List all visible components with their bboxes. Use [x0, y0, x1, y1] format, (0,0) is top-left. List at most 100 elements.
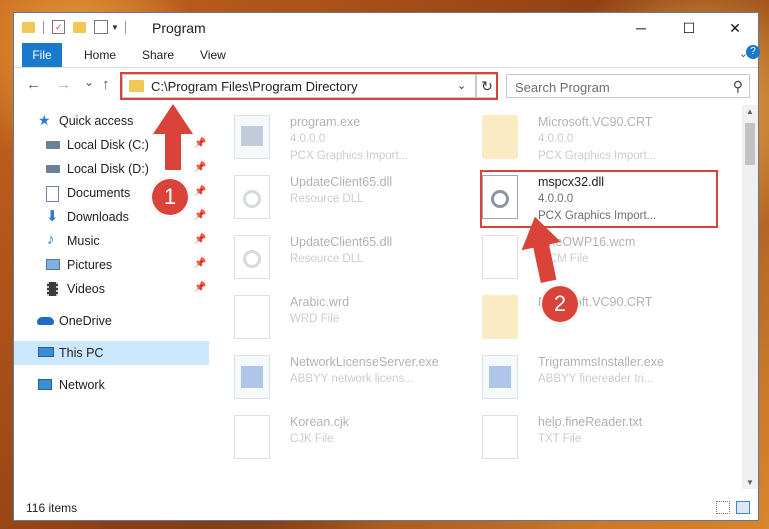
folder-icon — [482, 115, 518, 159]
drive-icon — [46, 165, 60, 173]
file-icon — [482, 415, 518, 459]
sidebar-item-onedrive[interactable]: OneDrive — [14, 309, 209, 333]
help-icon[interactable]: ? — [746, 45, 760, 59]
customize-icon[interactable] — [94, 20, 108, 34]
file-item[interactable]: NetworkLicenseServer.exe ABBYY network l… — [210, 349, 440, 407]
file-description: WCM File — [538, 253, 589, 265]
file-name: TrigrammsInstaller.exe — [538, 355, 664, 369]
sidebar-item-label: Quick access — [59, 114, 134, 128]
sidebar-item-label: Local Disk (C:) — [67, 138, 149, 152]
file-icon — [234, 295, 270, 339]
search-icon[interactable]: ⚲ — [733, 78, 743, 95]
file-description: TXT File — [538, 433, 582, 445]
file-item[interactable]: Korean.cjk CJK File — [210, 409, 440, 467]
sidebar-item-label: Network — [59, 378, 105, 392]
file-icon — [234, 415, 270, 459]
file-item[interactable]: Arabic.wrd WRD File — [210, 289, 440, 347]
pin-icon: 📌 — [194, 186, 207, 197]
scrollbar-thumb[interactable] — [745, 123, 755, 165]
file-item[interactable]: UpdateClient65.dll Resource DLL — [210, 229, 440, 287]
sidebar-item-quick-access[interactable]: ★ Quick access — [14, 109, 209, 133]
pictures-icon — [46, 259, 60, 270]
step-one-badge: 1 — [150, 177, 190, 217]
file-name: help.fineReader.txt — [538, 415, 643, 429]
folder-icon — [22, 21, 35, 33]
dll-icon — [234, 235, 270, 279]
up-button[interactable]: ↑ — [102, 76, 110, 93]
file-item[interactable]: Microsoft.VC90.CRT 4.0.0.0 PCX Graphics … — [458, 109, 688, 167]
explorer-window: ✓ ▼ Program ─ ☐ ✕ File Home Share View ⌄… — [14, 13, 760, 520]
documents-icon — [46, 186, 59, 202]
sidebar-item-label: Downloads — [67, 210, 129, 224]
title-bar: ✓ ▼ Program ─ ☐ ✕ — [14, 13, 758, 43]
file-name: Microsoft.VC90.CRT — [538, 115, 653, 129]
file-description: ABBYY network licens... — [290, 373, 414, 385]
minimize-button[interactable]: ─ — [618, 13, 664, 43]
scroll-down-icon[interactable]: ▼ — [742, 478, 758, 487]
sidebar-item-network[interactable]: Network — [14, 373, 209, 397]
tab-file[interactable]: File — [22, 43, 62, 67]
tab-share[interactable]: Share — [130, 43, 186, 67]
ribbon-tabs: File Home Share View ⌄ ? — [14, 43, 760, 68]
file-item[interactable]: program.exe 4.0.0.0 PCX Graphics Import.… — [210, 109, 440, 167]
file-name: UpdateClient65.dll — [290, 235, 393, 249]
network-icon — [38, 379, 52, 390]
file-item[interactable]: UpdateClient65.dll Resource DLL — [210, 169, 440, 227]
file-item[interactable]: help.fineReader.txt TXT File — [458, 409, 688, 467]
cloud-icon — [37, 317, 54, 325]
file-description: CJK File — [290, 433, 334, 445]
details-view-icon[interactable] — [716, 501, 730, 514]
drive-icon — [46, 141, 60, 149]
chevron-down-icon[interactable]: ▼ — [111, 23, 119, 32]
sidebar-item-local-disk-c[interactable]: Local Disk (C:) 📌 — [14, 133, 209, 157]
pin-icon: 📌 — [194, 234, 207, 245]
sidebar-item-label: Local Disk (D:) — [67, 162, 149, 176]
file-name: UpdateClient65.dll — [290, 175, 393, 189]
file-list: program.exe 4.0.0.0 PCX Graphics Import.… — [210, 105, 740, 489]
scroll-up-icon[interactable]: ▲ — [742, 107, 758, 116]
maximize-button[interactable]: ☐ — [666, 13, 712, 43]
file-name: FineOWP16.wcm — [538, 235, 636, 249]
forward-button[interactable]: → — [56, 76, 71, 93]
downloads-icon: ⬇ — [46, 208, 59, 225]
navigation-pane: ★ Quick access Local Disk (C:) 📌 Local D… — [14, 109, 209, 489]
star-icon: ★ — [38, 112, 51, 128]
file-highlight — [480, 170, 718, 228]
recent-locations-button[interactable]: ⌄ — [84, 75, 94, 89]
separator — [124, 20, 126, 34]
tab-view[interactable]: View — [188, 43, 238, 67]
file-description: PCX Graphics Import... — [538, 150, 657, 162]
file-item[interactable]: TrigrammsInstaller.exe ABBYY finereader … — [458, 349, 688, 407]
search-box[interactable]: Search Program ⚲ — [506, 74, 750, 98]
large-icons-view-icon[interactable] — [736, 501, 750, 514]
tab-home[interactable]: Home — [72, 43, 128, 67]
quick-access-toolbar: ✓ ▼ — [22, 20, 126, 34]
sidebar-item-music[interactable]: ♪ Music 📌 — [14, 229, 209, 253]
pin-icon: 📌 — [194, 210, 207, 221]
vertical-scrollbar[interactable]: ▲ ▼ — [742, 105, 758, 489]
sidebar-item-local-disk-d[interactable]: Local Disk (D:) 📌 — [14, 157, 209, 181]
file-description: Resource DLL — [290, 253, 364, 265]
close-button[interactable]: ✕ — [712, 13, 758, 43]
file-item[interactable]: FineOWP16.wcm WCM File — [458, 229, 688, 287]
sidebar-item-label: Videos — [67, 282, 105, 296]
search-input[interactable]: Search Program — [515, 80, 610, 95]
file-description: Resource DLL — [290, 193, 364, 205]
sidebar-item-pictures[interactable]: Pictures 📌 — [14, 253, 209, 277]
app-icon — [482, 355, 518, 399]
dll-icon — [234, 175, 270, 219]
step-two-badge: 2 — [540, 284, 580, 324]
file-version: 4.0.0.0 — [290, 133, 326, 145]
videos-icon — [47, 282, 58, 296]
sidebar-item-label: This PC — [59, 346, 104, 360]
new-folder-icon[interactable] — [73, 21, 86, 33]
back-button[interactable]: ← — [26, 76, 41, 93]
status-bar: 116 items — [14, 496, 758, 520]
properties-icon[interactable]: ✓ — [52, 20, 65, 34]
file-icon — [482, 235, 518, 279]
sidebar-item-this-pc[interactable]: This PC — [14, 341, 209, 365]
pin-icon: 📌 — [194, 162, 207, 173]
file-name: program.exe — [290, 115, 361, 129]
file-name: Arabic.wrd — [290, 295, 350, 309]
sidebar-item-videos[interactable]: Videos 📌 — [14, 277, 209, 301]
